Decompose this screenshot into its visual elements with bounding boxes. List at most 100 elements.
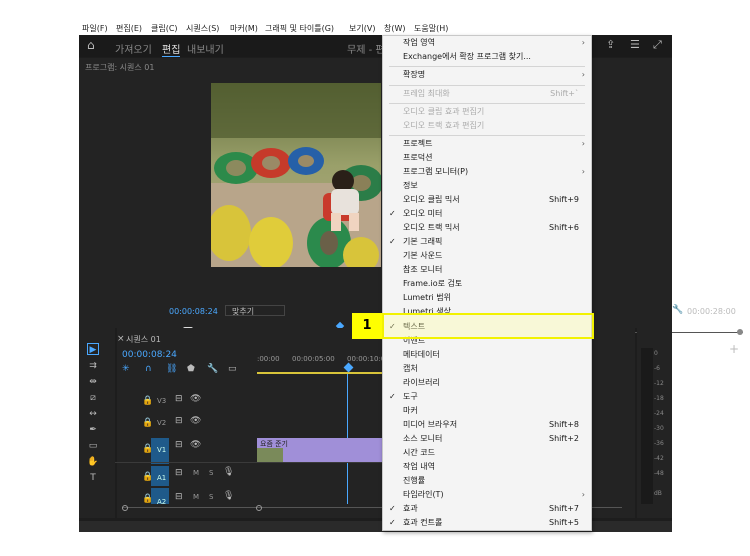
solo-button[interactable]: S xyxy=(209,469,213,477)
track-label-v3[interactable]: V3 xyxy=(157,397,166,405)
menu-item-source-monitor[interactable]: 소스 모니터 Shift+2 xyxy=(383,432,591,446)
slip-tool-icon[interactable]: ↔ xyxy=(87,408,99,420)
track-select-tool-icon[interactable]: ⇉ xyxy=(87,360,99,372)
menu-item-extensions[interactable]: 확장명 › xyxy=(383,68,591,82)
track-label-a1[interactable]: A1 xyxy=(157,474,166,482)
solo-button[interactable]: S xyxy=(209,493,213,501)
sequence-tab[interactable]: 시퀀스 01 xyxy=(126,334,161,345)
timeline-playhead-icon[interactable] xyxy=(343,362,354,373)
menu-item-program-monitor[interactable]: 프로그램 모니터(P) › xyxy=(383,165,591,179)
menu-window[interactable]: 창(W) xyxy=(384,23,406,34)
linked-selection-icon[interactable]: ⛓ xyxy=(166,364,177,374)
menu-item-essential-sound[interactable]: 기본 사운드 xyxy=(383,249,591,263)
menu-item-lumetri-scopes[interactable]: Lumetri 범위 xyxy=(383,291,591,305)
menu-item-essential-graphics[interactable]: ✓ 기본 그래픽 xyxy=(383,235,591,249)
home-icon[interactable]: ⌂ xyxy=(87,39,95,51)
menu-item-maximize-frame[interactable]: 프레임 최대화 Shift+` xyxy=(383,87,591,101)
track-label-v2[interactable]: V2 xyxy=(157,419,166,427)
audio-sync-icon[interactable]: ⊟ xyxy=(175,468,183,478)
sync-icon[interactable]: ⊟ xyxy=(175,416,183,426)
menu-item-audio-track-mixer[interactable]: 오디오 트랙 믹서 Shift+6 xyxy=(383,221,591,235)
video-clip[interactable]: 요즘 준기 xyxy=(257,438,382,462)
microphone-icon[interactable]: 🎙 xyxy=(223,467,234,477)
fullscreen-icon[interactable]: ⤢ xyxy=(653,39,662,50)
time-ruler[interactable]: :00:00 00:00:05:00 00:00:10:0 xyxy=(257,352,385,374)
mute-button[interactable]: M xyxy=(193,493,199,501)
audio-sync-icon[interactable]: ⊟ xyxy=(175,492,183,502)
track-label-v1[interactable]: V1 xyxy=(157,446,166,454)
menu-item-audio-meters[interactable]: ✓ 오디오 미터 xyxy=(383,207,591,221)
menu-item-find-extensions[interactable]: Exchange에서 확장 프로그램 찾기... xyxy=(383,50,591,64)
snap-icon[interactable]: ∩ xyxy=(145,364,152,374)
menu-item-capture[interactable]: 캡처 xyxy=(383,362,591,376)
type-tool-icon[interactable]: T xyxy=(87,472,99,484)
tab-export[interactable]: 내보내기 xyxy=(187,41,224,56)
microphone-icon[interactable]: 🎙 xyxy=(223,491,234,501)
lock-icon[interactable]: 🔒 xyxy=(142,444,153,454)
lock-icon[interactable]: 🔒 xyxy=(142,396,153,406)
wrench-icon[interactable]: 🔧 xyxy=(672,305,683,315)
scrollbar-handle-right[interactable] xyxy=(256,505,262,511)
menu-item-projects[interactable]: 프로젝트 › xyxy=(383,137,591,151)
nest-icon[interactable]: ✳ xyxy=(122,364,130,374)
timeline-settings-icon[interactable]: 🔧 xyxy=(207,364,218,374)
share-icon[interactable]: ⇪ xyxy=(606,39,615,50)
razor-tool-icon[interactable]: ⧄ xyxy=(87,392,99,404)
menu-item-media-browser[interactable]: 미디어 브라우저 Shift+8 xyxy=(383,418,591,432)
eye-icon[interactable]: 👁 xyxy=(190,394,201,404)
eye-icon[interactable]: 👁 xyxy=(190,440,201,450)
menu-clip[interactable]: 클립(C) xyxy=(151,23,178,34)
add-button-icon[interactable]: + xyxy=(729,343,739,355)
workspace-menu-icon[interactable]: ☰ xyxy=(630,39,640,50)
close-sequence-icon[interactable]: × xyxy=(117,334,125,344)
menu-item-audio-clip-mixer[interactable]: 오디오 클립 믹서 Shift+9 xyxy=(383,193,591,207)
menu-item-effects[interactable]: ✓ 효과 Shift+7 xyxy=(383,502,591,516)
rectangle-tool-icon[interactable]: ▭ xyxy=(87,440,99,452)
lock-icon[interactable]: 🔒 xyxy=(142,418,153,428)
lock-icon[interactable]: 🔒 xyxy=(142,472,153,482)
menu-sequence[interactable]: 시퀀스(S) xyxy=(186,23,219,34)
ruler-label: 00:00:05:00 xyxy=(292,355,335,363)
menu-item-audio-clip-effect-editor[interactable]: 오디오 클립 효과 편집기 xyxy=(383,105,591,119)
menu-item-effect-controls[interactable]: ✓ 효과 컨트롤 Shift+5 xyxy=(383,516,591,530)
menu-item-libraries[interactable]: 라이브러리 xyxy=(383,376,591,390)
pen-tool-icon[interactable]: ✒ xyxy=(87,424,99,436)
menu-item-timecode[interactable]: 시간 코드 xyxy=(383,446,591,460)
menu-graphics[interactable]: 그래픽 및 타이틀(G) xyxy=(265,23,334,34)
menu-item-progress[interactable]: 진행률 xyxy=(383,474,591,488)
selection-tool-icon[interactable]: ▶ xyxy=(87,343,99,355)
tab-edit[interactable]: 편집 xyxy=(162,41,181,57)
zoom-handle-right[interactable] xyxy=(737,329,743,335)
menu-view[interactable]: 보기(V) xyxy=(349,23,375,34)
timeline-timecode[interactable]: 00:00:08:24 xyxy=(122,350,177,360)
menu-item-markers[interactable]: 마커 xyxy=(383,404,591,418)
fit-dropdown[interactable]: 맞추기 xyxy=(225,305,285,316)
menu-item-reference-monitor[interactable]: 참조 모니터 xyxy=(383,263,591,277)
menu-item-history[interactable]: 작업 내역 xyxy=(383,460,591,474)
menu-help[interactable]: 도움말(H) xyxy=(414,23,448,34)
menu-file[interactable]: 파일(F) xyxy=(82,23,108,34)
menu-item-tools[interactable]: ✓ 도구 xyxy=(383,390,591,404)
captions-icon[interactable]: ▭ xyxy=(228,364,237,374)
menu-item-timelines[interactable]: 타임라인(T) › xyxy=(383,488,591,502)
hand-tool-icon[interactable]: ✋ xyxy=(87,456,99,468)
menu-item-info[interactable]: 정보 xyxy=(383,179,591,193)
menu-item-frameio-review[interactable]: Frame.io로 검토 xyxy=(383,277,591,291)
tab-import[interactable]: 가져오기 xyxy=(115,41,152,56)
eye-icon[interactable]: 👁 xyxy=(190,416,201,426)
ripple-edit-tool-icon[interactable]: ⇹ xyxy=(87,376,99,388)
scrollbar-handle-left[interactable] xyxy=(122,505,128,511)
work-area-bar[interactable] xyxy=(257,372,382,374)
mute-button[interactable]: M xyxy=(193,469,199,477)
program-timecode[interactable]: 00:00:08:24 xyxy=(169,307,218,316)
sync-icon[interactable]: ⊟ xyxy=(175,440,183,450)
add-marker-timeline-icon[interactable]: ⬟ xyxy=(187,364,195,374)
menu-marker[interactable]: 마커(M) xyxy=(230,23,258,34)
lock-icon[interactable]: 🔒 xyxy=(142,494,153,504)
menu-item-metadata[interactable]: 메타데이터 xyxy=(383,348,591,362)
sync-icon[interactable]: ⊟ xyxy=(175,394,183,404)
menu-item-audio-track-effect-editor[interactable]: 오디오 트랙 효과 편집기 xyxy=(383,119,591,133)
menu-item-production[interactable]: 프로덕션 xyxy=(383,151,591,165)
menu-item-workspaces[interactable]: 작업 영역 › xyxy=(383,36,591,50)
menu-edit[interactable]: 편집(E) xyxy=(116,23,142,34)
